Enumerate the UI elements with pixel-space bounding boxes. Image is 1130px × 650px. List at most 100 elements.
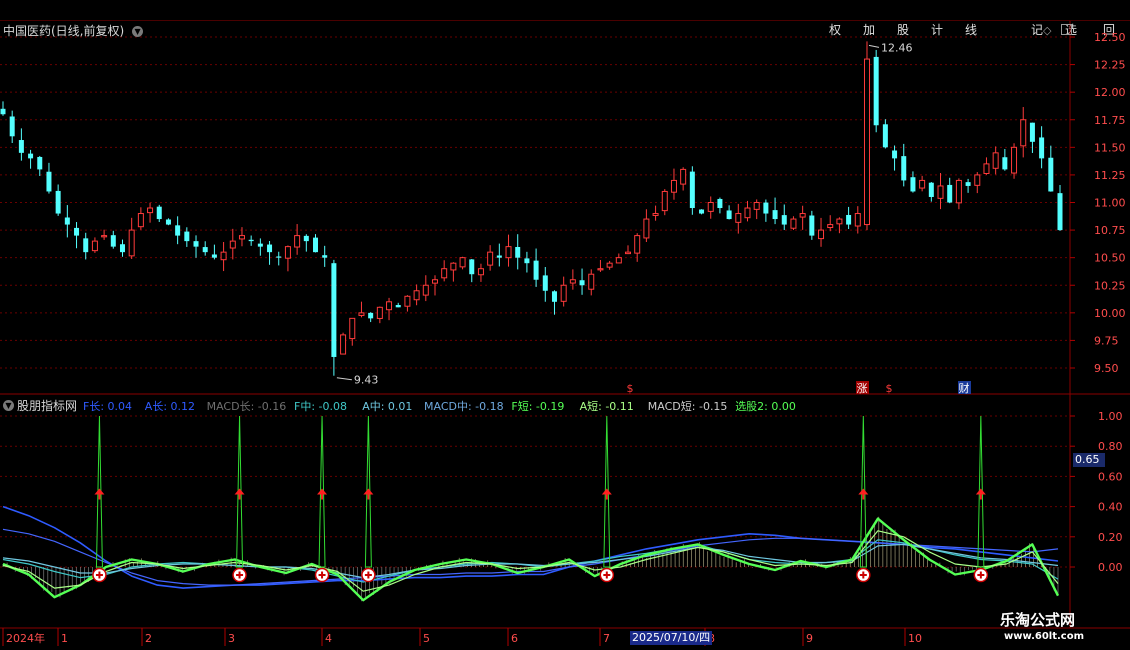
candle-body-14	[128, 229, 135, 257]
legend-item-8: MACD短: -0.15	[647, 400, 728, 413]
signal-arrow-6	[975, 488, 986, 495]
candle-body-43	[395, 305, 401, 308]
candle-body-106	[974, 174, 981, 186]
time-label-5: 5	[423, 632, 430, 645]
ind-tick-label-2: 0.60	[1098, 470, 1123, 483]
candle-body-114	[1048, 157, 1054, 192]
candle-body-97	[892, 150, 898, 159]
signal-arrow-3	[363, 488, 374, 495]
candle-body-89	[818, 229, 825, 240]
legend-item-2: MACD长: -0.16	[206, 400, 287, 413]
candle-body-11	[101, 235, 108, 238]
candle-body-45	[413, 290, 420, 301]
candle-body-71	[652, 213, 659, 216]
candle-body-48	[441, 268, 448, 279]
candle-body-58	[533, 260, 539, 280]
candle-body-72	[661, 190, 668, 212]
ind-tick-label-0: 1.00	[1098, 410, 1123, 423]
candle-body-113	[1039, 137, 1045, 159]
candle-body-47	[431, 279, 438, 284]
candle-body-13	[119, 244, 125, 253]
candle-body-6	[55, 190, 61, 214]
candle-body-63	[579, 280, 585, 286]
candle-body-41	[376, 306, 383, 319]
time-label-1: 1	[61, 632, 68, 645]
candle-body-40	[368, 312, 374, 319]
candle-body-101	[928, 182, 934, 197]
candle-body-9	[83, 238, 89, 253]
candle-body-96	[882, 124, 888, 148]
candle-body-10	[91, 240, 98, 252]
candle-body-12	[110, 235, 116, 247]
candle-body-98	[901, 156, 907, 181]
event-marker-3: 财	[959, 381, 970, 395]
indicator-name[interactable]: 股朋指标网	[17, 397, 77, 414]
candle-body-18	[165, 219, 171, 225]
high-label: 12.46	[881, 41, 913, 54]
signal-arrow-0	[94, 488, 105, 495]
diamond-icon[interactable]: ◇	[1043, 24, 1051, 37]
price-tick-label-7: 10.75	[1094, 224, 1126, 237]
candle-body-24	[220, 251, 227, 261]
legend-item-7: A短: -0.11	[579, 400, 634, 413]
candle-body-21	[193, 241, 199, 247]
candle-body-66	[606, 262, 613, 268]
candle-body-28	[257, 243, 263, 247]
candle-body-104	[955, 179, 962, 204]
indicator-line-4	[2, 517, 1060, 602]
candle-body-31	[284, 246, 291, 259]
candle-body-25	[229, 240, 236, 249]
candle-body-95	[873, 56, 879, 126]
candle-body-26	[238, 235, 245, 240]
low-pointer	[336, 377, 352, 381]
chevron-down-icon[interactable]: ▼	[132, 26, 144, 37]
candle-body-110	[1011, 146, 1018, 174]
candle-body-5	[46, 171, 52, 192]
candle-body-53	[487, 251, 494, 266]
ind-tick-label-3: 0.40	[1098, 501, 1123, 514]
candle-body-30	[276, 256, 282, 258]
price-tick-label-11: 9.75	[1094, 334, 1119, 347]
price-tick-label-5: 11.25	[1094, 169, 1126, 182]
candle-body-76	[699, 209, 705, 214]
candle-body-67	[615, 257, 622, 264]
candle-body-44	[404, 295, 411, 307]
ind-tick-label-4: 0.20	[1098, 531, 1123, 544]
candle-body-23	[211, 254, 217, 258]
candle-body-115	[1057, 193, 1063, 231]
candle-body-90	[827, 224, 834, 229]
candle-body-103	[947, 184, 953, 203]
candle-body-84	[772, 210, 778, 220]
window-toggle-icon[interactable]	[1061, 24, 1072, 35]
ind-tick-label-1: 0.80	[1098, 440, 1123, 453]
candle-body-61	[560, 284, 567, 302]
candle-body-56	[515, 247, 521, 258]
candle-body-7	[64, 217, 70, 225]
candle-body-102	[937, 185, 944, 199]
main-chart-title[interactable]: 中国医药(日线,前复权) ▼	[3, 22, 144, 39]
candle-body-57	[524, 258, 530, 264]
candle-body-38	[349, 317, 356, 340]
candle-body-65	[597, 268, 604, 271]
candle-body-77	[707, 202, 714, 212]
indicator-collapse-icon[interactable]: ▼	[3, 400, 14, 411]
low-label: 9.43	[354, 374, 379, 387]
candle-body-0	[0, 108, 6, 115]
high-pointer	[868, 44, 880, 48]
price-tick-label-8: 10.50	[1094, 252, 1126, 265]
candle-body-81	[744, 207, 751, 219]
candle-body-85	[781, 215, 787, 225]
time-label-7: 7	[603, 632, 610, 645]
candle-body-99	[910, 177, 916, 192]
stock-title: 中国医药(日线,前复权)	[3, 24, 125, 38]
candle-body-52	[477, 268, 484, 276]
time-label-10: 10	[908, 632, 922, 645]
candle-body-68	[625, 251, 632, 255]
candle-body-3	[28, 153, 34, 159]
candle-body-2	[18, 140, 24, 153]
candle-body-60	[551, 291, 557, 302]
price-tick-label-6: 11.00	[1094, 197, 1126, 210]
candle-body-109	[1002, 157, 1008, 170]
price-tick-label-0: 12.50	[1094, 31, 1126, 44]
chart-canvas[interactable]: 12.5012.2512.0011.7511.5011.2511.0010.75…	[0, 0, 1130, 650]
